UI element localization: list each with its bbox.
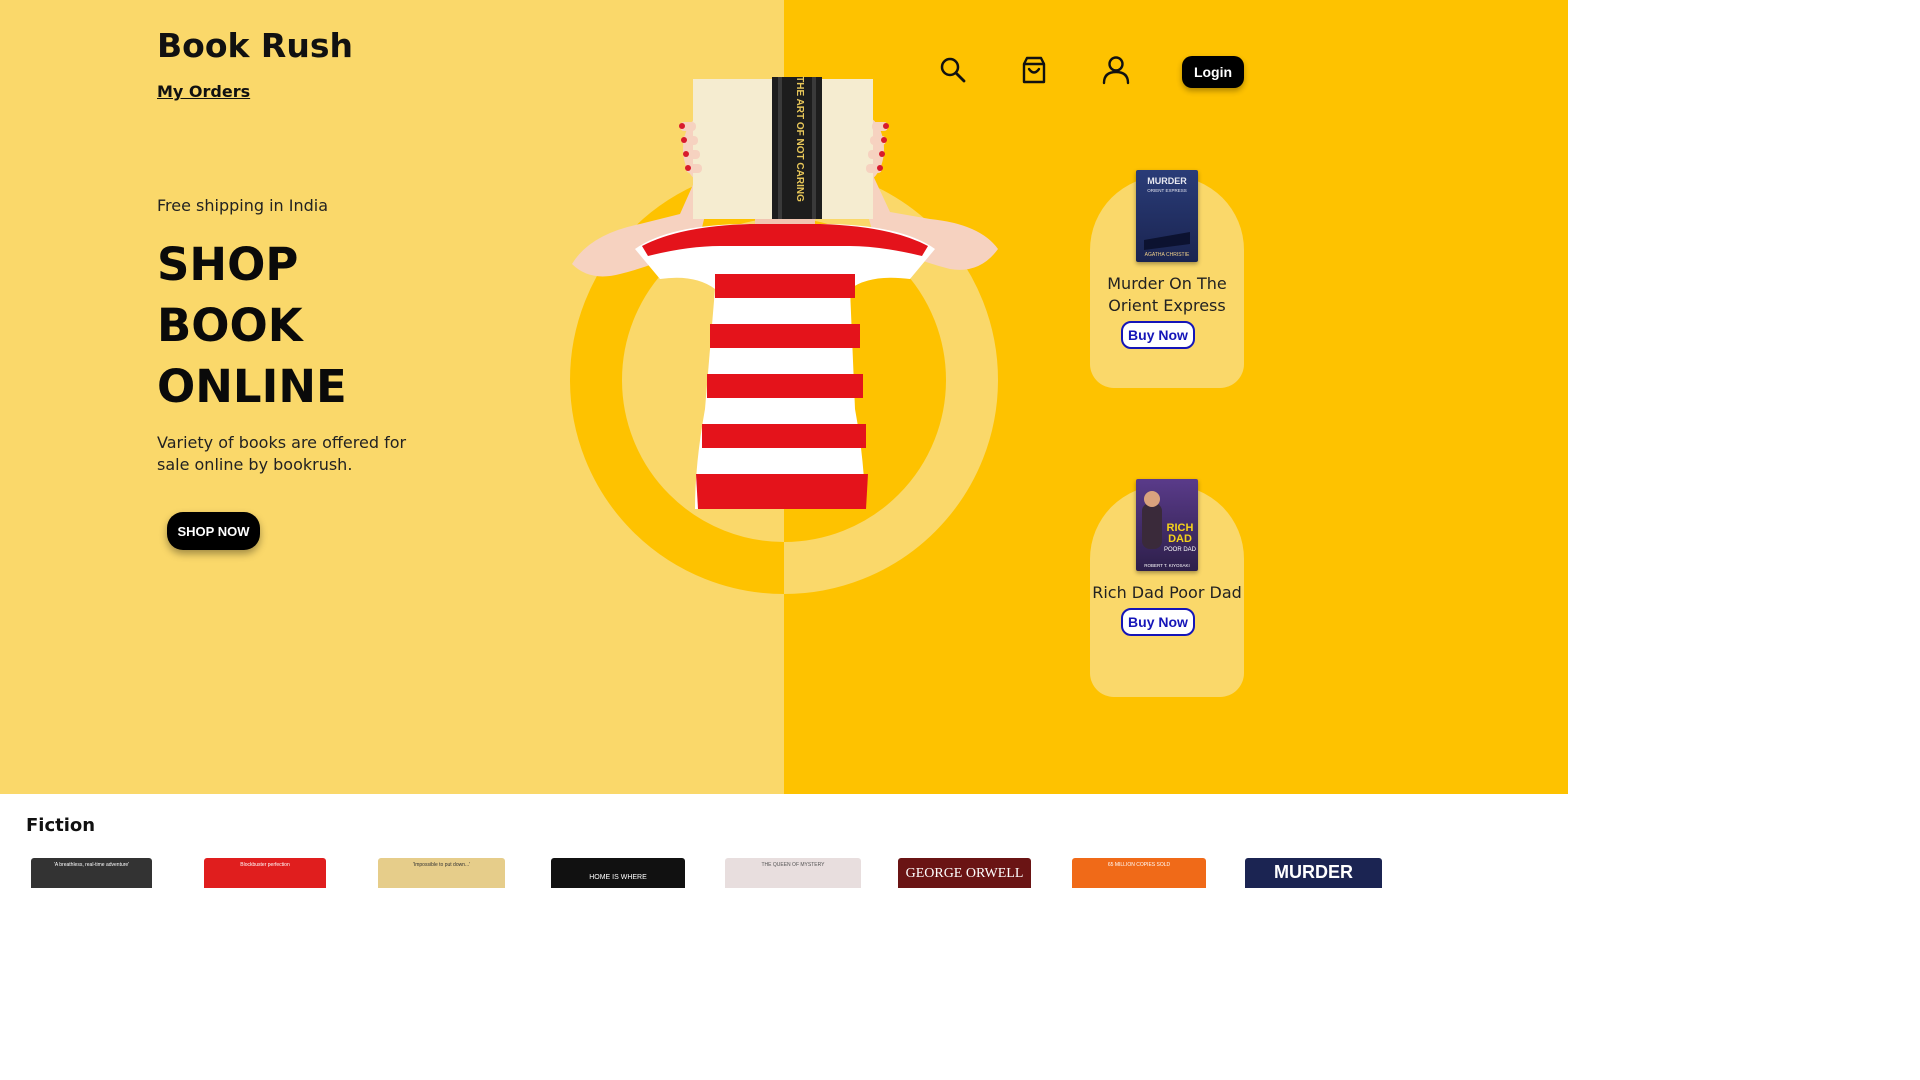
book-thumbnail-text: HOME IS WHERE [589,874,647,881]
book-cover-image[interactable]: MURDER ORIENT EXPRESS AGATHA CHRISTIE [1136,170,1198,262]
svg-text:ROBERT T. KIYOSAKI: ROBERT T. KIYOSAKI [1144,563,1190,568]
book-thumbnail[interactable]: THE QUEEN OF MYSTERY [725,858,861,888]
book-thumbnail-text: Blockbuster perfection [240,862,290,868]
book-thumbnail[interactable]: HOME IS WHERE [551,858,685,888]
buy-now-button[interactable]: Buy Now [1121,321,1195,349]
book-thumbnail[interactable]: MURDER [1245,858,1382,888]
my-orders-link[interactable]: My Orders [157,82,250,101]
hero-section: Book Rush My Orders Free shipping in Ind… [0,0,1568,794]
svg-text:MURDER: MURDER [1147,176,1187,186]
book-thumbnail-text: GEORGE ORWELL [905,866,1024,881]
fiction-section-title: Fiction [26,815,96,836]
featured-book-title: Rich Dad Poor Dad [1092,583,1242,602]
book-thumbnail[interactable]: 'A breathless, real-time adventure' [31,858,152,888]
hero-description: Variety of books are offered for sale on… [157,433,407,474]
svg-text:ORIENT EXPRESS: ORIENT EXPRESS [1147,188,1186,193]
cart-icon[interactable] [1016,52,1052,88]
book-thumbnail-text: THE QUEEN OF MYSTERY [761,862,825,868]
book-thumbnail[interactable]: GEORGE ORWELL [898,858,1031,888]
book-thumbnail[interactable]: 'Impossible to put down...' [378,858,505,888]
user-icon[interactable] [1098,52,1134,88]
headline-line: SHOP [157,238,299,291]
featured-book-title: Murder On The Orient Express [1107,274,1227,315]
buy-now-button[interactable]: Buy Now [1121,608,1195,636]
hero-headline: SHOP BOOK ONLINE [157,234,347,417]
book-thumbnail-text: MURDER [1274,862,1353,882]
book-thumbnail-text: 'A breathless, real-time adventure' [53,862,130,868]
svg-text:DAD: DAD [1168,533,1192,545]
headline-line: BOOK [157,299,303,352]
book-thumbnail-text: 'Impossible to put down...' [412,862,471,868]
featured-book-card: MURDER ORIENT EXPRESS AGATHA CHRISTIE Mu… [1090,170,1244,388]
shipping-tagline: Free shipping in India [157,196,329,215]
brand-logo[interactable]: Book Rush [157,26,353,65]
headline-line: ONLINE [157,360,347,413]
person-reading-illustration: THE ART OF NOT CARING [572,76,998,509]
featured-book-card: RICH DAD POOR DAD ROBERT T. KIYOSAKI Ric… [1090,479,1244,697]
login-button[interactable]: Login [1182,56,1244,88]
book-spine-title: THE ART OF NOT CARING [794,76,805,202]
book-cover-image[interactable]: RICH DAD POOR DAD ROBERT T. KIYOSAKI [1136,479,1198,571]
book-thumbnail-text: 65 MILLION COPIES SOLD [1107,862,1171,868]
book-thumbnail[interactable]: 65 MILLION COPIES SOLD [1072,858,1206,888]
book-thumbnail[interactable]: Blockbuster perfection [204,858,326,888]
svg-text:AGATHA CHRISTIE: AGATHA CHRISTIE [1145,252,1190,258]
shop-now-button[interactable]: SHOP NOW [167,512,260,550]
svg-text:POOR DAD: POOR DAD [1164,547,1197,553]
